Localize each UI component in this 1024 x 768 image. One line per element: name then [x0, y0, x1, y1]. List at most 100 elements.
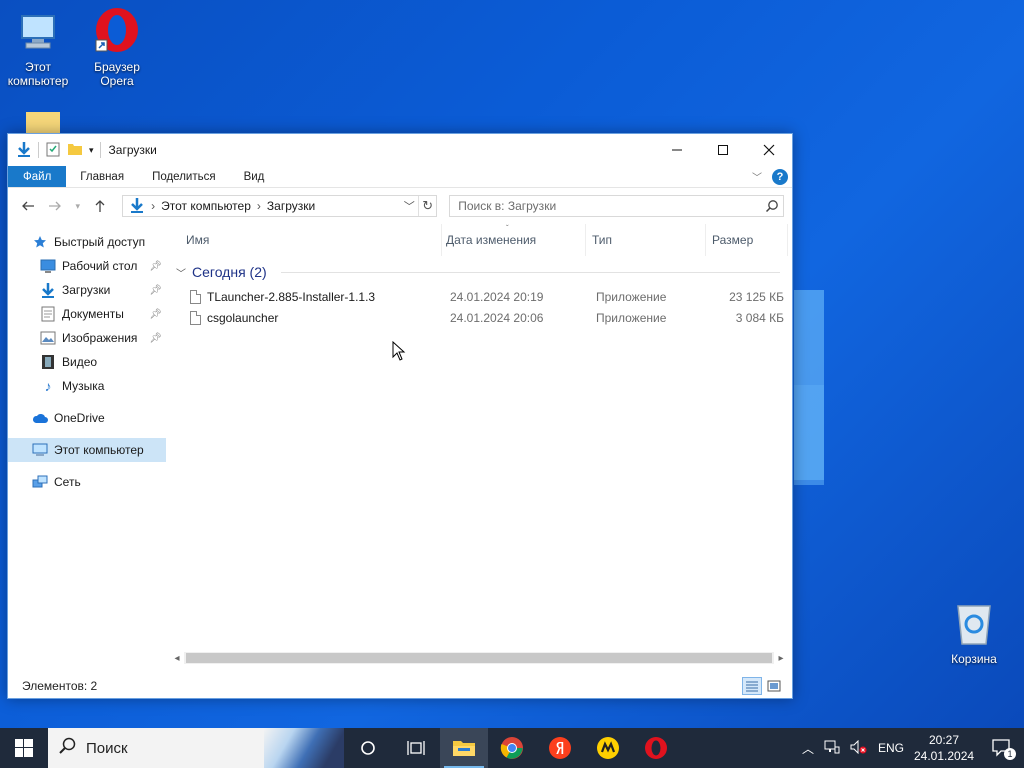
- taskbar-file-explorer[interactable]: [440, 728, 488, 768]
- application-file-icon: [190, 310, 201, 325]
- desktop-icon-opera[interactable]: Браузер Opera: [81, 8, 153, 88]
- scroll-right-icon[interactable]: ▸: [774, 653, 788, 664]
- quick-access-toolbar: ▾: [16, 141, 101, 160]
- clock-time: 20:27: [928, 733, 960, 747]
- file-name-cell: csgolauncher: [166, 310, 442, 325]
- network-status-icon[interactable]: [824, 740, 840, 757]
- file-size: 23 125 КБ: [729, 289, 784, 304]
- breadcrumb-downloads[interactable]: Загрузки: [267, 199, 315, 213]
- scrollbar-track[interactable]: [184, 652, 774, 664]
- close-button[interactable]: [746, 134, 792, 166]
- file-date: 24.01.2024 20:19: [450, 289, 544, 304]
- mouse-cursor-icon: [392, 340, 406, 364]
- forward-button[interactable]: [43, 194, 66, 218]
- tab-share[interactable]: Поделиться: [138, 166, 230, 187]
- task-view-icon: [407, 741, 425, 755]
- sidebar-item-network[interactable]: Сеть: [8, 470, 166, 494]
- tab-home[interactable]: Главная: [66, 166, 138, 187]
- search-box[interactable]: [449, 195, 785, 217]
- sidebar-item-music[interactable]: ♪ Музыка: [8, 374, 166, 398]
- sidebar-item-label: Документы: [62, 307, 124, 321]
- search-icon[interactable]: [761, 199, 783, 213]
- clock-date: 24.01.2024: [914, 749, 975, 763]
- title-bar[interactable]: ▾ Загрузки: [8, 134, 792, 166]
- horizontal-scrollbar[interactable]: ◂ ▸: [170, 650, 788, 666]
- pin-icon[interactable]: 📌︎: [149, 333, 162, 344]
- properties-icon[interactable]: [45, 141, 61, 160]
- volume-muted-icon[interactable]: [850, 739, 868, 757]
- desktop-icon-label: Корзина: [951, 652, 997, 666]
- tab-view[interactable]: Вид: [230, 166, 279, 187]
- taskbar-search[interactable]: Поиск: [48, 728, 344, 768]
- up-button[interactable]: [89, 194, 112, 218]
- breadcrumb-separator-icon: ›: [151, 199, 156, 213]
- column-header-date-label: Дата изменения: [446, 233, 537, 247]
- back-button[interactable]: [16, 194, 39, 218]
- taskbar-chrome[interactable]: [488, 728, 536, 768]
- sidebar-item-this-pc[interactable]: Этот компьютер: [8, 438, 166, 462]
- new-folder-icon[interactable]: [67, 141, 83, 160]
- navigation-pane: Быстрый доступ Рабочий стол 📌︎ Загрузки …: [8, 224, 166, 674]
- task-view-button[interactable]: [392, 728, 440, 768]
- pin-icon[interactable]: 📌︎: [149, 309, 162, 320]
- sidebar-item-downloads[interactable]: Загрузки 📌︎: [8, 278, 166, 302]
- desktop-icon-recycle-bin[interactable]: Корзина: [938, 600, 1010, 666]
- table-row[interactable]: csgolauncher 24.01.2024 20:06 Приложение…: [166, 307, 792, 328]
- large-icons-view-button[interactable]: [764, 677, 784, 695]
- action-center-button[interactable]: 1: [984, 728, 1020, 768]
- sidebar-item-quick-access[interactable]: Быстрый доступ: [8, 230, 166, 254]
- this-pc-icon: [14, 8, 62, 56]
- taskbar: Поиск ︿ ENG 20:27 24.01.2024 1: [0, 728, 1024, 768]
- sidebar-item-label: Музыка: [62, 379, 105, 393]
- chevron-down-icon: ﹀: [176, 268, 186, 280]
- sidebar-item-label: Быстрый доступ: [54, 235, 146, 249]
- sidebar-item-documents[interactable]: Документы 📌︎: [8, 302, 166, 326]
- input-language[interactable]: ENG: [878, 741, 904, 755]
- table-row[interactable]: TLauncher-2.885-Installer-1.1.3 24.01.20…: [166, 286, 792, 307]
- pin-icon[interactable]: 📌︎: [149, 261, 162, 272]
- column-header-type[interactable]: Тип: [586, 224, 706, 256]
- expand-ribbon-icon[interactable]: ﹀: [752, 169, 762, 184]
- cortana-button[interactable]: [344, 728, 392, 768]
- details-view-button[interactable]: [742, 677, 762, 695]
- sidebar-item-onedrive[interactable]: OneDrive: [8, 406, 166, 430]
- scrollbar-thumb[interactable]: [186, 653, 772, 663]
- network-icon: [32, 474, 48, 490]
- recent-locations-button[interactable]: ▾: [71, 194, 85, 218]
- group-header-today[interactable]: ﹀ Сегодня (2): [166, 258, 792, 286]
- maximize-button[interactable]: [700, 134, 746, 166]
- breadcrumb-this-pc[interactable]: Этот компьютер: [161, 199, 251, 213]
- refresh-icon[interactable]: ↻: [418, 196, 436, 216]
- scroll-left-icon[interactable]: ◂: [170, 653, 184, 664]
- item-count: Элементов: 2: [22, 679, 98, 693]
- taskbar-yandex-browser[interactable]: [536, 728, 584, 768]
- taskbar-opera[interactable]: [632, 728, 680, 768]
- address-bar[interactable]: › Этот компьютер › Загрузки ﹀ ↻: [122, 195, 438, 217]
- sidebar-item-pictures[interactable]: Изображения 📌︎: [8, 326, 166, 350]
- column-header-size[interactable]: Размер: [706, 224, 788, 256]
- sidebar-item-label: OneDrive: [54, 411, 105, 425]
- tab-file[interactable]: Файл: [8, 166, 67, 187]
- music-icon: ♪: [44, 378, 52, 394]
- sidebar-item-label: Загрузки: [62, 283, 111, 297]
- clock[interactable]: 20:27 24.01.2024: [914, 732, 974, 764]
- show-hidden-icons-chevron-icon[interactable]: ︿: [802, 740, 814, 757]
- pin-icon[interactable]: 📌︎: [149, 285, 162, 296]
- sidebar-item-video[interactable]: Видео: [8, 350, 166, 374]
- desktop-icon-this-pc[interactable]: Этот компьютер: [2, 8, 74, 88]
- download-arrow-icon: [16, 141, 32, 160]
- address-dropdown-icon[interactable]: ﹀: [400, 196, 418, 216]
- download-arrow-icon: [129, 197, 145, 216]
- sidebar-item-desktop[interactable]: Рабочий стол 📌︎: [8, 254, 166, 278]
- help-icon[interactable]: ?: [772, 168, 788, 185]
- window-controls: [654, 134, 792, 166]
- taskbar-yandex-market[interactable]: [584, 728, 632, 768]
- file-date: 24.01.2024 20:06: [450, 310, 544, 325]
- start-button[interactable]: [0, 728, 48, 768]
- minimize-button[interactable]: [654, 134, 700, 166]
- desktop-icon: [40, 258, 56, 274]
- column-header-date[interactable]: ˇ Дата изменения: [442, 224, 586, 256]
- qat-dropdown-icon[interactable]: ▾: [89, 145, 94, 156]
- search-input[interactable]: [458, 199, 762, 213]
- column-header-name[interactable]: Имя: [166, 224, 442, 256]
